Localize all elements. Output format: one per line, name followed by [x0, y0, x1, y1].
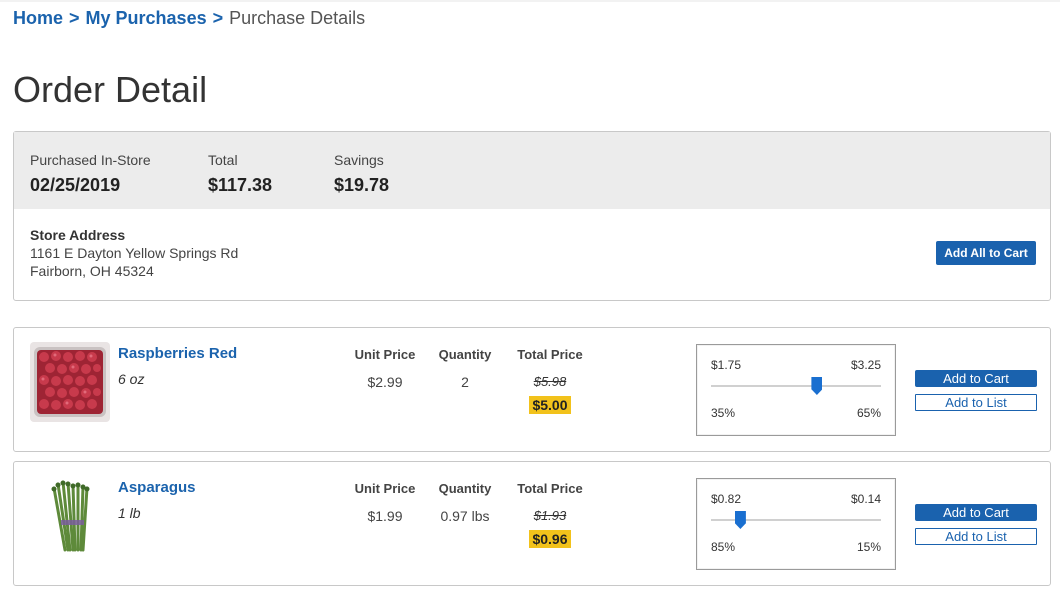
breadcrumb-home-link[interactable]: Home: [13, 8, 63, 28]
original-total-price: $1.93: [533, 508, 567, 523]
slider-handle[interactable]: [811, 377, 823, 395]
quantity-value: 0.97 lbs: [440, 508, 490, 524]
order-total-label: Total: [208, 152, 238, 168]
total-price-header: Total Price: [517, 347, 583, 362]
unit-price-column: Unit Price $2.99: [348, 347, 422, 390]
range-right-percent: 65%: [856, 406, 881, 420]
breadcrumb-current: Purchase Details: [229, 8, 366, 28]
quantity-header: Quantity: [438, 347, 492, 362]
range-right-price: $0.14: [850, 492, 881, 506]
store-address-line2: Fairborn, OH 45324: [30, 263, 154, 279]
asparagus-image: [30, 476, 110, 556]
unit-price-value: $1.99: [367, 508, 403, 524]
unit-price-value: $2.99: [367, 374, 403, 390]
total-price-column: Total Price $5.98 $5.00: [514, 347, 586, 414]
quantity-header: Quantity: [438, 481, 492, 496]
range-right-percent: 15%: [856, 540, 881, 554]
add-to-cart-button[interactable]: Add to Cart: [915, 504, 1037, 521]
item-size: 1 lb: [118, 505, 141, 521]
store-address-line1: 1161 E Dayton Yellow Springs Rd: [30, 245, 239, 261]
price-range-slider: $1.75 $3.25 35% 65%: [696, 344, 896, 436]
purchase-date-value: 02/25/2019: [30, 175, 121, 195]
item-name-link[interactable]: Raspberries Red: [118, 345, 237, 362]
add-to-cart-button[interactable]: Add to Cart: [915, 370, 1037, 387]
original-total-price: $5.98: [533, 374, 567, 389]
order-item: Raspberries Red 6 oz Unit Price $2.99 Qu…: [13, 327, 1051, 452]
breadcrumb-separator: >: [212, 8, 224, 28]
unit-price-column: Unit Price $1.99: [348, 481, 422, 524]
store-address: Store Address 1161 E Dayton Yellow Sprin…: [30, 226, 238, 280]
quantity-value: 2: [461, 374, 469, 390]
slider-handle[interactable]: [734, 511, 746, 529]
add-to-list-button[interactable]: Add to List: [915, 394, 1037, 411]
range-right-price: $3.25: [850, 358, 881, 372]
order-summary-header: Purchased In-Store 02/25/2019 Total $117…: [14, 132, 1050, 209]
top-border: [0, 0, 1060, 2]
range-left-price: $0.82: [711, 492, 742, 506]
order-item: Asparagus 1 lb Unit Price $1.99 Quantity…: [13, 461, 1051, 586]
item-name-link[interactable]: Asparagus: [118, 479, 196, 496]
savings-stat: Savings $19.78: [334, 152, 389, 195]
savings-label: Savings: [334, 152, 384, 168]
slider-track[interactable]: [711, 385, 881, 387]
purchase-date-stat: Purchased In-Store 02/25/2019: [30, 152, 151, 195]
breadcrumb-separator: >: [69, 8, 80, 28]
quantity-column: Quantity 0.97 lbs: [432, 481, 498, 524]
store-address-title: Store Address: [30, 227, 126, 243]
unit-price-header: Unit Price: [354, 347, 416, 362]
range-left-price: $1.75: [711, 358, 742, 372]
total-price-header: Total Price: [517, 481, 583, 496]
price-range-slider: $0.82 $0.14 85% 15%: [696, 478, 896, 570]
order-total-value: $117.38: [208, 175, 273, 195]
order-total-stat: Total $117.38: [208, 152, 272, 195]
add-all-to-cart-button[interactable]: Add All to Cart: [936, 241, 1036, 265]
sale-total-price: $5.00: [529, 396, 571, 414]
item-size: 6 oz: [118, 371, 145, 387]
page-title: Order Detail: [13, 69, 208, 110]
breadcrumb: Home > My Purchases > Purchase Details: [13, 8, 365, 28]
sale-total-price: $0.96: [529, 530, 571, 548]
add-to-list-button[interactable]: Add to List: [915, 528, 1037, 545]
purchase-date-label: Purchased In-Store: [30, 152, 151, 168]
total-price-column: Total Price $1.93 $0.96: [514, 481, 586, 548]
breadcrumb-my-purchases-link[interactable]: My Purchases: [86, 8, 207, 28]
range-left-percent: 85%: [711, 540, 736, 554]
order-summary-card: Purchased In-Store 02/25/2019 Total $117…: [13, 131, 1051, 301]
range-left-percent: 35%: [711, 406, 736, 420]
raspberries-image: [30, 342, 110, 422]
quantity-column: Quantity 2: [432, 347, 498, 390]
unit-price-header: Unit Price: [354, 481, 416, 496]
savings-value: $19.78: [334, 175, 390, 195]
